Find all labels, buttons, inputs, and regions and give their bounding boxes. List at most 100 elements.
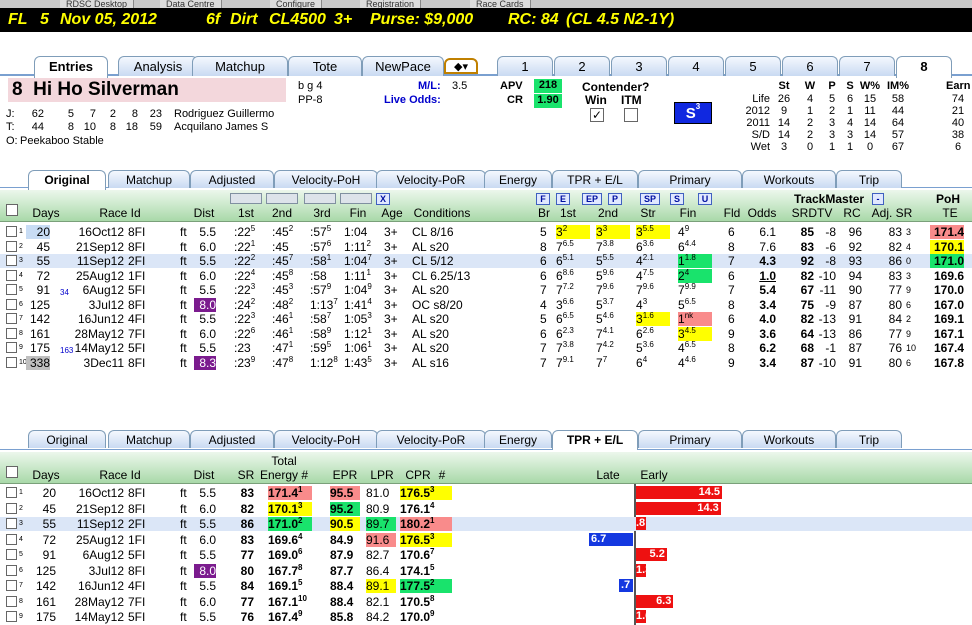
row-checkbox[interactable] <box>6 487 17 498</box>
row-checkbox[interactable] <box>6 313 17 324</box>
pace-filter-ep[interactable]: EP <box>582 193 602 205</box>
row-checkbox[interactable] <box>6 595 17 607</box>
fraction-toggle-3[interactable] <box>340 193 372 204</box>
lower-tab-adjusted[interactable]: Adjusted <box>190 430 274 448</box>
upper-row[interactable]: 1 20 16Oct12 8FI ft 5.5:225:452:575 1:04 3+ CL 8… <box>0 225 972 239</box>
tab-entries[interactable]: Entries <box>34 56 108 78</box>
fraction-f2: :471 <box>272 340 294 356</box>
pace-filter-f[interactable]: F <box>536 193 550 205</box>
lower-row[interactable]: 3 55 11Sep12 2FI ft 5.5 86 171.02 90.5 89.7 180.21… <box>0 517 972 531</box>
row-checkbox[interactable] <box>6 356 17 368</box>
pace-filter-x[interactable]: X <box>376 193 390 205</box>
fraction-toggle-1[interactable] <box>266 193 298 204</box>
lower-row[interactable]: 2 45 21Sep12 8FI ft 6.0 82 170.13 95.2 80.9 176.14… <box>0 501 972 516</box>
tab-horse-7[interactable]: 7 <box>839 56 895 76</box>
window-tab-3[interactable]: Registration <box>360 0 422 8</box>
lower-tab-trip[interactable]: Trip <box>836 430 902 448</box>
upper-tab-energy[interactable]: Energy <box>484 170 552 188</box>
row-checkbox[interactable] <box>6 255 17 266</box>
trackmaster-minus-button[interactable]: - <box>872 193 884 205</box>
pace-filter-sp[interactable]: SP <box>640 193 660 205</box>
tab-horse-4[interactable]: 4 <box>668 56 724 76</box>
upper-row[interactable]: 9 175 163 14May12 5FI ft 5.5:23:471:595 1:061 3+… <box>0 341 972 355</box>
win-checkbox[interactable]: ✓ <box>590 108 604 122</box>
upper-tab-original[interactable]: Original <box>28 170 106 190</box>
row-checkbox[interactable] <box>6 502 17 514</box>
cpr: 170.58 <box>400 593 435 609</box>
window-tab-2[interactable]: Configure <box>270 0 323 8</box>
row-checkbox[interactable] <box>6 226 17 237</box>
upper-row[interactable]: 2 45 21Sep12 8FI ft 6.0:221:45:576 1:112 3+ AL s… <box>0 239 972 254</box>
lower-tab-velocity-por[interactable]: Velocity-PoR <box>376 430 486 448</box>
row-checkbox[interactable] <box>6 518 17 529</box>
row-checkbox[interactable] <box>6 533 17 545</box>
lower-row[interactable]: 7 142 16Jun12 4FI ft 5.5 84 169.15 88.4 89.1 177.5… <box>0 579 972 593</box>
lower-tab-energy[interactable]: Energy <box>484 430 552 448</box>
window-tab-0[interactable]: RDSC Desktop <box>60 0 135 8</box>
lower-tab-tpr-e-l[interactable]: TPR + E/L <box>552 430 638 450</box>
lower-tab-velocity-poh[interactable]: Velocity-PoH <box>274 430 378 448</box>
apv-label: APV <box>500 80 523 92</box>
row-checkbox[interactable] <box>6 564 17 576</box>
row-checkbox[interactable] <box>6 240 17 252</box>
upper-row[interactable]: 6 125 3Jul12 8FI ft 8.0:242:482 1:137 1:414 3+ OC… <box>0 297 972 312</box>
fraction-toggle-0[interactable] <box>230 193 262 204</box>
banner-dist: 6f <box>206 11 221 28</box>
odds: 4.3 <box>759 254 776 268</box>
pace-filter-u[interactable]: U <box>698 193 712 205</box>
tab-analysis[interactable]: Analysis <box>118 56 198 76</box>
upper-tab-matchup[interactable]: Matchup <box>108 170 190 188</box>
row-checkbox[interactable] <box>6 284 17 295</box>
row-checkbox[interactable] <box>6 611 17 622</box>
tab-horse-1[interactable]: 1 <box>497 56 553 76</box>
lower-tab-workouts[interactable]: Workouts <box>742 430 836 448</box>
row-checkbox[interactable] <box>6 269 17 281</box>
upper-tab-tpr-e-l[interactable]: TPR + E/L <box>552 170 638 188</box>
tab-horse-3[interactable]: 3 <box>611 56 667 76</box>
row-checkbox[interactable] <box>6 298 17 310</box>
upper-sub-tabs: Original Matchup Adjusted Velocity-PoH Veloc… <box>0 170 972 190</box>
lower-row[interactable]: 9 175 14May12 5FI ft 5.5 76 167.49 85.8 84.2 170.0… <box>0 610 972 624</box>
upper-tab-velocity-por[interactable]: Velocity-PoR <box>376 170 486 188</box>
tab-tote[interactable]: Tote <box>288 56 362 76</box>
surface: ft <box>180 326 187 341</box>
window-tab-1[interactable]: Data Centre <box>160 0 222 8</box>
lower-row[interactable]: 5 91 6Aug12 5FI ft 5.5 77 169.06 87.9 82.7 170.67 5… <box>0 548 972 562</box>
newpace-toggle-icon[interactable]: ◆▾ <box>444 58 478 74</box>
lower-row[interactable]: 8 161 28May12 7FI ft 6.0 77 167.110 88.4 82.1 170.… <box>0 593 972 609</box>
pace-filter-s[interactable]: S <box>670 193 684 205</box>
lower-row[interactable]: 1 20 16Oct12 8FI ft 5.5 83 171.41 95.5 81.0 176.53… <box>0 486 972 500</box>
lower-tab-matchup[interactable]: Matchup <box>108 430 190 448</box>
lower-tab-primary[interactable]: Primary <box>638 430 742 448</box>
tab-matchup[interactable]: Matchup <box>192 56 288 76</box>
window-tab-4[interactable]: Race Cards <box>470 0 531 8</box>
upper-row[interactable]: 10 338 3Dec11 8FI ft 8.3:239:478 1:128 1:435 3+ A… <box>0 355 972 370</box>
upper-tab-adjusted[interactable]: Adjusted <box>190 170 274 188</box>
lower-row[interactable]: 4 72 25Aug12 1FI ft 6.0 83 169.64 84.9 91.6 176.53… <box>0 532 972 547</box>
pace-filter-e[interactable]: E <box>556 193 570 205</box>
upper-row[interactable]: 3 55 11Sep12 2FI ft 5.5:222:457:581 1:047 3+ CL … <box>0 254 972 268</box>
upper-tab-primary[interactable]: Primary <box>638 170 742 188</box>
upper-tab-trip[interactable]: Trip <box>836 170 902 188</box>
upper-tab-velocity-poh[interactable]: Velocity-PoH <box>274 170 378 188</box>
pace-filter-p[interactable]: P <box>608 193 622 205</box>
upper-row[interactable]: 5 91 34 6Aug12 5FI ft 5.5:223:453:579 1:049 3+ AL… <box>0 283 972 297</box>
upper-row[interactable]: 4 72 25Aug12 1FI ft 6.0:224:458:58 1:111 3+ CL 6… <box>0 268 972 283</box>
row-checkbox[interactable] <box>6 327 17 339</box>
upper-row[interactable]: 8 161 28May12 7FI ft 6.0:226:461:589 1:121 3+ AL… <box>0 326 972 341</box>
row-checkbox[interactable] <box>6 549 17 560</box>
upper-row[interactable]: 7 142 16Jun12 4FI ft 5.5:223:461:587 1:053 3+ AL… <box>0 312 972 326</box>
tab-horse-8[interactable]: 8 <box>896 56 952 78</box>
upper-tab-workouts[interactable]: Workouts <box>742 170 836 188</box>
tab-horse-5[interactable]: 5 <box>725 56 781 76</box>
tab-horse-2[interactable]: 2 <box>554 56 610 76</box>
fraction-toggle-2[interactable] <box>304 193 336 204</box>
lower-tab-original[interactable]: Original <box>28 430 106 448</box>
tab-horse-6[interactable]: 6 <box>782 56 838 76</box>
itm-checkbox[interactable] <box>624 108 638 122</box>
row-checkbox[interactable] <box>6 580 17 591</box>
tab-newpace[interactable]: NewPace <box>362 56 444 76</box>
row-checkbox[interactable] <box>6 342 17 353</box>
lower-row[interactable]: 6 125 3Jul12 8FI ft 8.0 80 167.78 87.7 86.4 174.15… <box>0 563 972 578</box>
surface: ft <box>180 486 187 500</box>
